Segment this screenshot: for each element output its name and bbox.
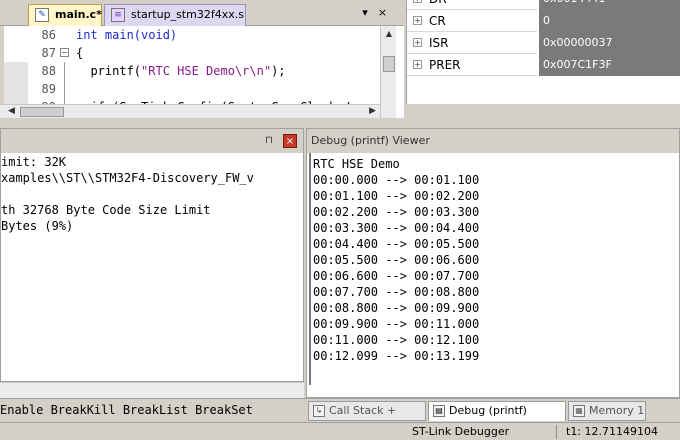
tab-controls: ▾ × [358, 6, 404, 22]
scroll-up-icon[interactable]: ▲ [383, 28, 395, 40]
expand-icon[interactable]: + [413, 60, 422, 69]
code-line-89: 89 [4, 80, 380, 98]
build-output-titlebar: ⊓ × [1, 129, 303, 153]
command-shortcuts[interactable]: Enable BreakKill BreakList BreakSet [0, 403, 253, 417]
debug-line: 00:12.099 --> 00:13.199 [313, 349, 480, 363]
debug-line: 00:02.200 --> 00:03.300 [313, 205, 480, 219]
debug-line: 00:11.000 --> 00:12.100 [313, 333, 480, 347]
fold-collapse-icon[interactable]: − [60, 48, 69, 57]
registers-scroll-area [406, 104, 680, 118]
debug-line: 00:01.100 --> 00:02.200 [313, 189, 480, 203]
expand-icon[interactable]: + [413, 0, 422, 3]
status-debugger: ST-Link Debugger [412, 425, 510, 438]
code-text: { [76, 46, 84, 60]
debug-printf-viewer: Debug (printf) Viewer RTC HSE Demo 00:00… [306, 128, 680, 398]
debug-output[interactable]: RTC HSE Demo 00:00.000 --> 00:01.100 00:… [309, 153, 679, 385]
code-text: printf( [76, 64, 142, 78]
debug-line: 00:05.500 --> 00:06.600 [313, 253, 480, 267]
panel-title: Debug (printf) Viewer [307, 129, 679, 153]
code-text: ); [271, 64, 286, 78]
tab-list-dropdown-icon[interactable]: ▾ [358, 6, 372, 19]
tab-memory-1[interactable]: ▦ Memory 1 [568, 401, 646, 421]
code-line-88: 88 printf("RTC HSE Demo\r\n"); [4, 62, 380, 80]
close-tab-icon[interactable]: × [376, 6, 390, 19]
tab-label: startup_stm32f4xx.s [131, 8, 244, 21]
tab-label: Memory 1 [589, 404, 645, 417]
line-number: 87 [41, 46, 56, 60]
editor-tab-bar: ✎ main.c* ≡ startup_stm32f4xx.s ▾ × [0, 0, 404, 26]
memory-icon: ▦ [573, 405, 585, 417]
code-line-86: 86 int main(void) [4, 26, 380, 44]
keyword: int [76, 28, 98, 42]
debug-line: 00:00.000 --> 00:01.100 [313, 173, 480, 187]
status-time: t1: 12.71149104 sec [566, 425, 658, 438]
output-line: imit: 32K [1, 155, 67, 169]
scroll-left-icon[interactable]: ◀ [8, 106, 15, 116]
register-name: ISR [429, 36, 449, 50]
output-line: th 32768 Byte Code Size Limit [1, 203, 211, 217]
register-value[interactable]: 0x007C1F3F [539, 54, 680, 76]
debug-line: 00:07.700 --> 00:08.800 [313, 285, 480, 299]
expand-icon[interactable]: + [413, 16, 422, 25]
line-number: 89 [41, 82, 56, 96]
fold-guide [64, 62, 65, 80]
scroll-right-icon[interactable]: ▶ [369, 106, 376, 116]
scroll-thumb[interactable] [383, 56, 395, 72]
debug-viewer-icon: ▤ [433, 405, 445, 417]
output-line: Bytes (9%) [1, 219, 74, 233]
line-number: 86 [41, 28, 56, 42]
status-divider [556, 425, 557, 439]
gutter-marker [4, 80, 28, 98]
register-row[interactable]: + ISR 0x00000037 [407, 32, 680, 54]
asm-file-icon: ≡ [111, 8, 125, 22]
register-row[interactable]: + CR 0 [407, 10, 680, 32]
debug-line: RTC HSE Demo [313, 157, 400, 171]
debug-line: 00:08.800 --> 00:09.900 [313, 301, 480, 315]
build-output-panel: ⊓ × imit: 32K xamples\\ST\\STM32F4-Disco… [0, 128, 304, 382]
debug-line: 00:04.400 --> 00:05.500 [313, 237, 480, 251]
expand-icon[interactable]: + [413, 38, 422, 47]
scroll-thumb[interactable] [20, 107, 64, 117]
debug-line: 00:06.600 --> 00:07.700 [313, 269, 480, 283]
gutter-marker [4, 62, 28, 80]
register-name: CR [429, 14, 446, 28]
close-icon[interactable]: × [283, 134, 297, 148]
string-literal: "RTC HSE Demo\r\n" [141, 64, 272, 78]
register-name: DR [429, 0, 447, 6]
output-line: xamples\\ST\\STM32F4-Discovery_FW_v [1, 171, 254, 185]
tab-call-stack-locals[interactable]: ↳ Call Stack + Locals [308, 401, 426, 435]
tab-main-c[interactable]: ✎ main.c* [28, 4, 102, 26]
register-value[interactable]: 0x00000037 [539, 32, 680, 54]
c-file-icon: ✎ [35, 8, 49, 22]
register-name: PRER [429, 58, 461, 72]
register-value[interactable]: 0 [539, 10, 680, 32]
line-number: 88 [41, 64, 56, 78]
debug-line: 00:09.900 --> 00:11.000 [313, 317, 480, 331]
callstack-icon: ↳ [313, 405, 325, 417]
tab-label: main.c* [55, 8, 102, 21]
registers-panel: + DR 0x0014441 + CR 0 + ISR 0x00000037 +… [406, 0, 680, 118]
build-output-horizontal-scrollbar[interactable] [0, 382, 304, 398]
status-bar: ST-Link Debugger t1: 12.71149104 sec [0, 422, 680, 440]
code-text: main(void) [97, 28, 178, 42]
editor-horizontal-scrollbar[interactable]: ◀ ▶ [0, 104, 380, 118]
tab-startup-s[interactable]: ≡ startup_stm32f4xx.s [104, 4, 246, 26]
tab-debug-printf-viewer[interactable]: ▤ Debug (printf) Viewer [428, 401, 566, 435]
register-value[interactable]: 0x0014441 [539, 0, 680, 10]
bottom-bar: Enable BreakKill BreakList BreakSet ↳ Ca… [0, 398, 680, 435]
editor-vertical-scrollbar[interactable]: ▲ [380, 26, 396, 118]
code-line-87: 87 − { [4, 44, 380, 62]
fold-guide [64, 80, 65, 98]
register-row[interactable]: + PRER 0x007C1F3F [407, 54, 680, 76]
debug-line: 00:03.300 --> 00:04.400 [313, 221, 480, 235]
register-row[interactable]: + DR 0x0014441 [407, 0, 680, 10]
pin-icon[interactable]: ⊓ [265, 135, 273, 146]
